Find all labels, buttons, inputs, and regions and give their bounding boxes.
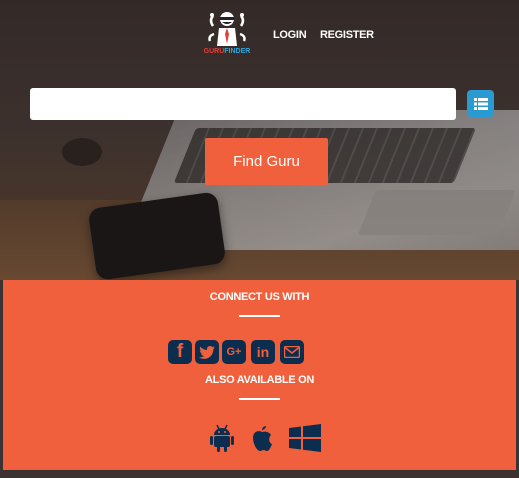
list-icon (473, 97, 488, 110)
linkedin-icon[interactable]: in (251, 340, 275, 364)
apple-icon[interactable] (250, 424, 274, 452)
logo[interactable]: GURUFINDER (197, 8, 257, 60)
available-heading: ALSO AVAILABLE ON (205, 374, 314, 386)
guru-mascot-icon (208, 12, 246, 46)
divider (239, 315, 280, 317)
register-link[interactable]: REGISTER (320, 29, 374, 41)
search-input[interactable] (30, 88, 456, 120)
android-icon[interactable] (210, 424, 234, 452)
logo-text-guru: GURU (203, 48, 225, 55)
divider (239, 398, 280, 400)
category-list-button[interactable] (467, 90, 494, 117)
connect-heading: CONNECT US WITH (209, 291, 310, 303)
logo-text-finder: FINDER (224, 48, 251, 55)
login-link[interactable]: LOGIN (273, 29, 307, 41)
twitter-icon[interactable] (195, 340, 219, 364)
windows-icon[interactable] (289, 424, 321, 452)
footer-bottom-bar (0, 470, 519, 478)
facebook-icon[interactable]: f (168, 340, 192, 364)
find-guru-button[interactable]: Find Guru (205, 138, 328, 185)
mail-icon[interactable] (280, 340, 304, 364)
google-plus-icon[interactable]: G+ (222, 340, 246, 364)
